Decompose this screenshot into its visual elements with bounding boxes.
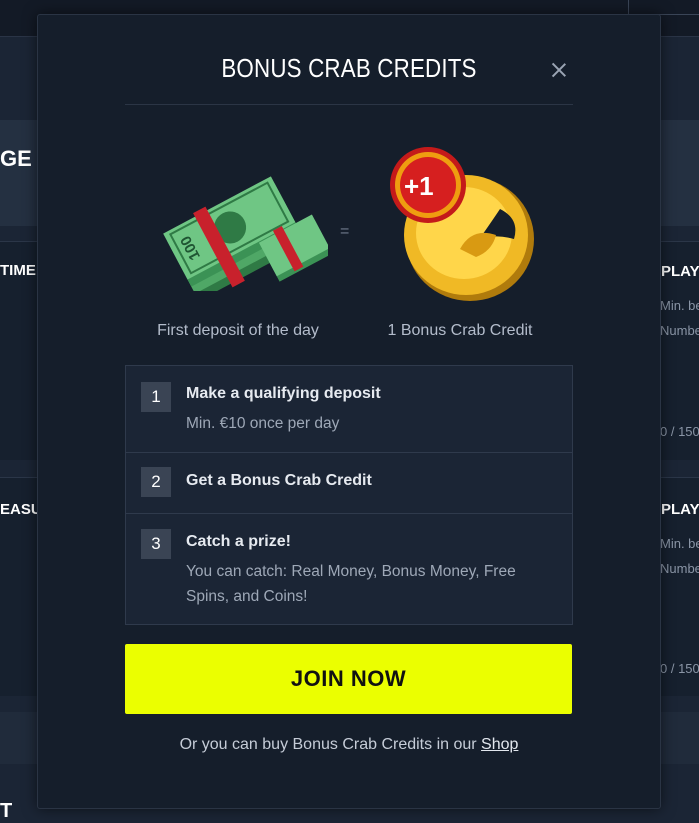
left-card-title: TIME [0,262,36,279]
deposit-caption: First deposit of the day [157,322,319,339]
coin-badge-text: +1 [404,171,434,201]
footer-heading-fragment: T [0,800,13,822]
step-item: 1 Make a qualifying deposit Min. €10 onc… [126,366,572,453]
top-bar-corner [628,0,699,15]
right-card-title: PLAY [661,501,699,518]
right-card-progress: 0 / 150 [660,424,699,439]
shop-link[interactable]: Shop [481,736,518,753]
credit-caption: 1 Bonus Crab Credit [387,322,533,339]
step-item: 3 Catch a prize! You can catch: Real Mon… [126,514,572,624]
page-heading-fragment: GE [0,146,32,171]
money-stack-icon: 100 [163,176,328,291]
right-card-progress: 0 / 150 [660,661,699,676]
modal-title: BONUS CRAB CREDITS [221,53,477,83]
step-number: 1 [141,382,171,412]
step-title: Catch a prize! [186,533,291,550]
step-subtitle: Min. €10 once per day [186,415,340,432]
shop-note-text: Or you can buy Bonus Crab Credits in our [179,736,477,753]
right-card-number: Numbe [660,561,699,576]
step-title: Make a qualifying deposit [186,385,381,402]
right-card-min-bet: Min. be [660,536,699,551]
bonus-crab-credits-modal: BONUS CRAB CREDITS 100 = +1 First deposi… [37,14,661,809]
crab-credit-coin-icon: +1 [390,147,534,301]
equals-sign: = [340,223,350,240]
step-number: 2 [141,467,171,497]
steps-list: 1 Make a qualifying deposit Min. €10 onc… [125,365,573,625]
step-title: Get a Bonus Crab Credit [186,472,372,489]
shop-note: Or you can buy Bonus Crab Credits in our… [38,736,660,754]
title-divider [125,104,573,105]
close-icon[interactable] [548,59,570,81]
right-card-title: PLAY [661,263,699,280]
step-item: 2 Get a Bonus Crab Credit [126,453,572,514]
right-card-min-bet: Min. be [660,298,699,313]
join-now-button[interactable]: JOIN NOW [125,644,572,714]
step-number: 3 [141,529,171,559]
right-card-number: Numbe [660,323,699,338]
step-subtitle: You can catch: Real Money, Bonus Money, … [186,563,516,605]
